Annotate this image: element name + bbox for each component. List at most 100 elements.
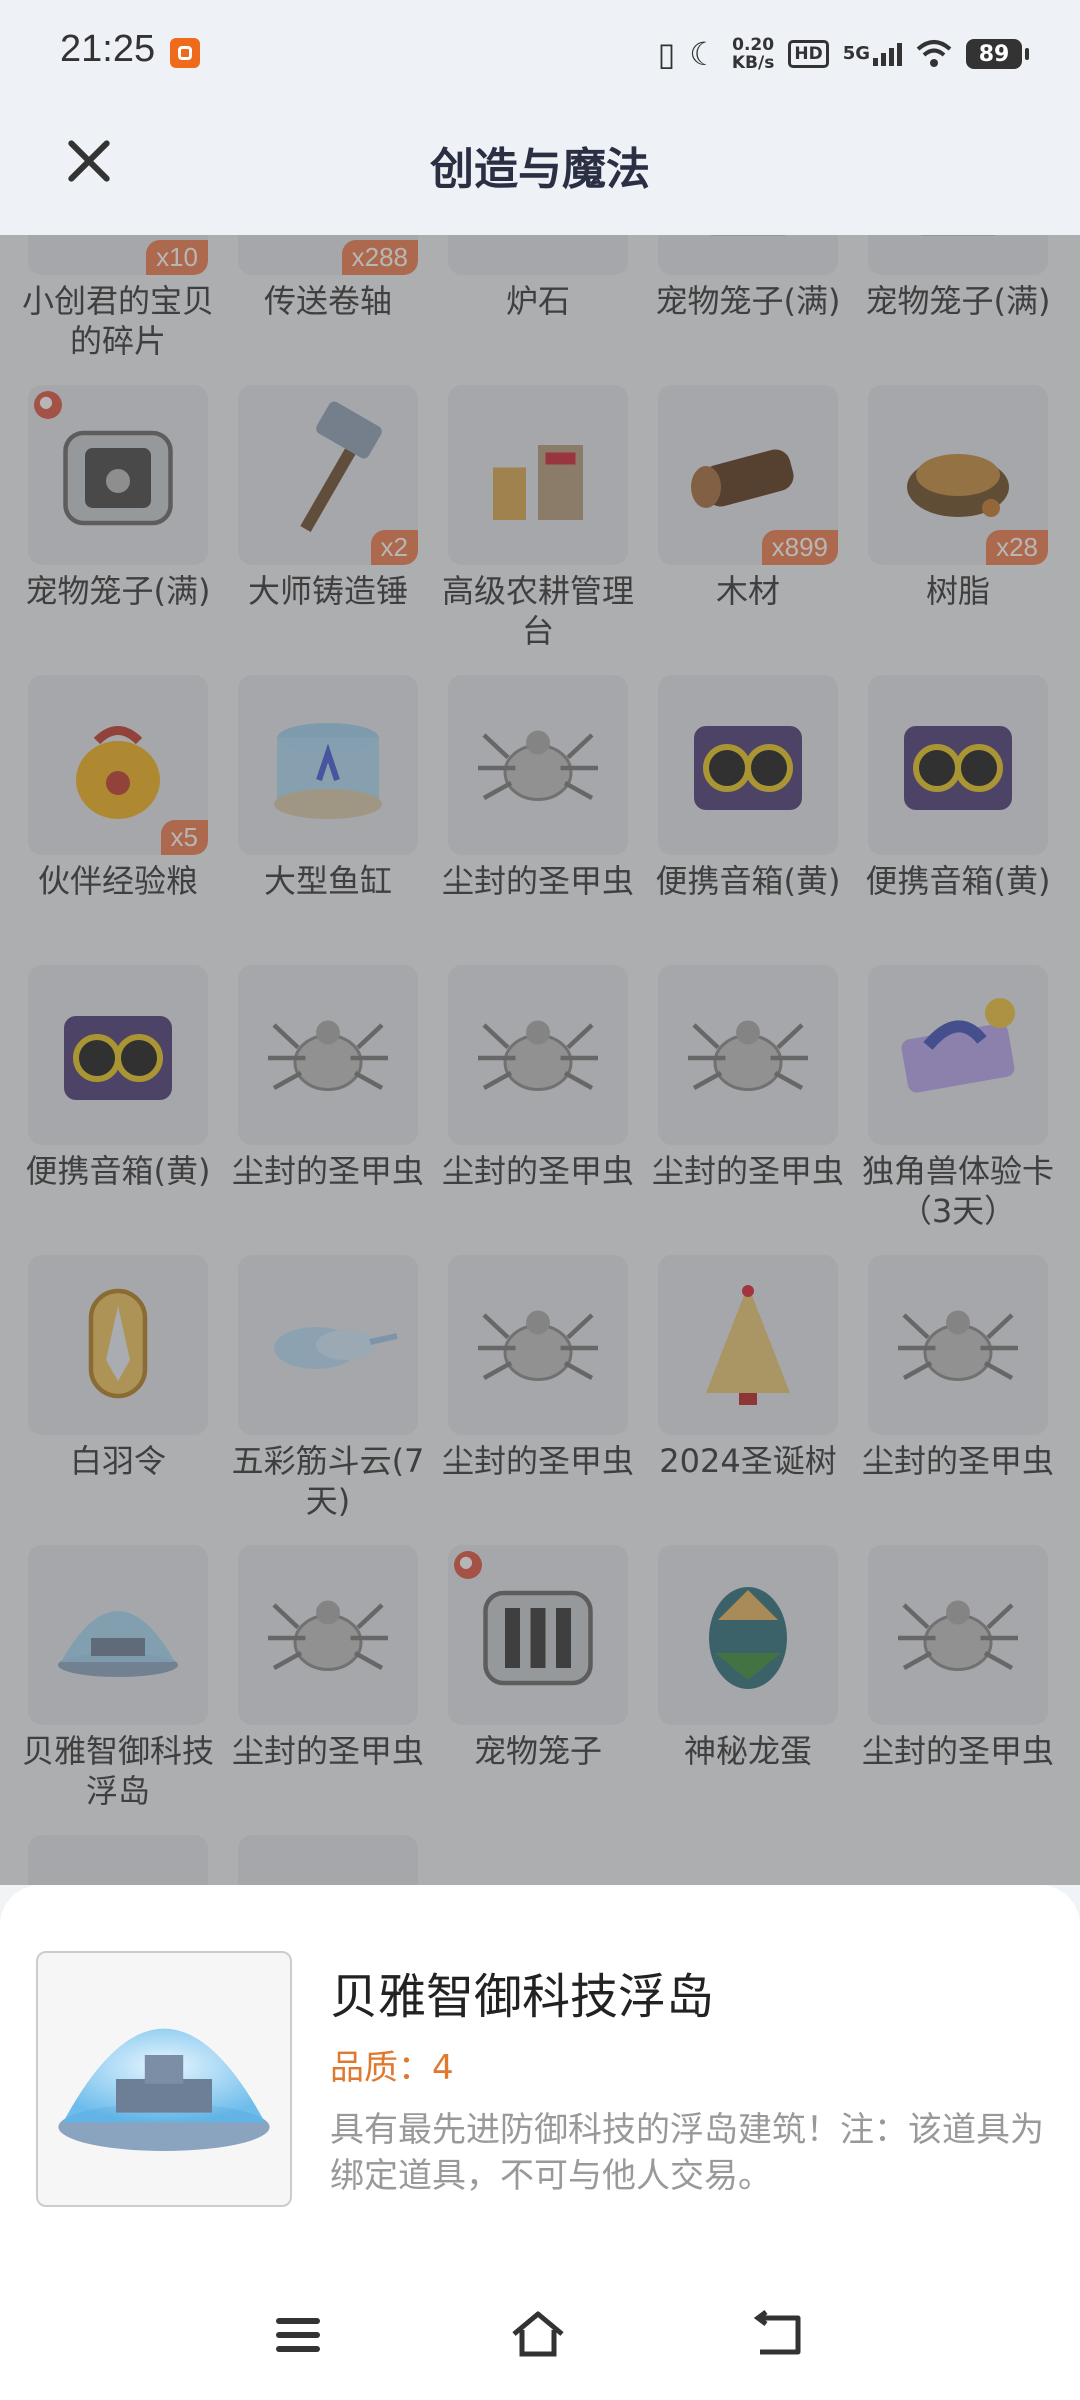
inventory-item[interactable]: 尘封的圣甲虫 xyxy=(442,675,634,965)
inventory-item[interactable]: 高级农耕管理台 xyxy=(442,385,634,675)
moon-icon: ☾ xyxy=(689,35,718,73)
inventory-item-thumb[interactable]: x2 xyxy=(238,385,418,565)
inventory-item-thumb[interactable]: x288 xyxy=(238,235,418,275)
cage-icon xyxy=(920,235,996,236)
inventory-item-label: 便携音箱(黄) xyxy=(25,1152,211,1190)
inventory-item-label: 尘封的圣甲虫 xyxy=(441,862,634,900)
fish-tank-icon xyxy=(274,723,382,819)
network-speed-unit: KB/s xyxy=(731,53,775,73)
inventory-item-thumb[interactable] xyxy=(868,1545,1048,1725)
inventory-item-thumb[interactable] xyxy=(238,965,418,1145)
inventory-item[interactable]: 五彩筋斗云(7天) xyxy=(232,1255,424,1545)
beetle-icon xyxy=(688,1020,808,1091)
inventory-item[interactable]: 宠物笼子(满) xyxy=(26,385,210,675)
feather-token-icon xyxy=(88,1288,148,1399)
inventory-item-thumb[interactable] xyxy=(238,1835,418,1885)
inventory-item-label: 尘封的圣甲虫 xyxy=(231,1152,424,1190)
inventory-item-thumb[interactable] xyxy=(28,1835,208,1885)
inventory-item-label: 便携音箱(黄) xyxy=(865,862,1051,900)
inventory-item[interactable]: 便携音箱(黄) xyxy=(866,675,1050,965)
inventory-item-thumb[interactable] xyxy=(238,1255,418,1435)
inventory-item-thumb[interactable] xyxy=(448,235,628,275)
inventory-item-label: 尘封的圣甲虫 xyxy=(651,1152,844,1190)
inventory-item-thumb[interactable]: x5 xyxy=(28,675,208,855)
inventory-item-thumb[interactable]: x10 xyxy=(28,235,208,275)
inventory-item[interactable]: 贝雅智御科技浮岛 xyxy=(22,1545,214,1835)
beetle-icon xyxy=(268,1600,388,1671)
item-count-badge: x5 xyxy=(160,820,208,855)
inventory-item[interactable]: x5 伙伴经验粮 xyxy=(28,675,208,965)
inventory-item-thumb[interactable] xyxy=(868,235,1048,275)
inventory-item[interactable]: 宠物笼子(满) xyxy=(656,235,840,385)
inventory-item-thumb[interactable] xyxy=(658,965,838,1145)
inventory-item[interactable]: 便携音箱(黄) xyxy=(656,675,840,965)
inventory-item[interactable]: x2 大师铸造锤 xyxy=(238,385,418,675)
inventory-item[interactable]: 2024圣诞树 xyxy=(658,1255,838,1545)
inventory-item-thumb[interactable] xyxy=(658,235,838,275)
farm-station-icon xyxy=(493,445,583,520)
inventory-item-thumb[interactable] xyxy=(868,1255,1048,1435)
inventory-item[interactable]: 尘封的圣甲虫 xyxy=(652,965,844,1255)
page-title: 创造与魔法 xyxy=(430,144,650,195)
inventory-item-label: 小创君的宝贝的碎片 xyxy=(21,282,214,360)
inventory-item-thumb[interactable] xyxy=(658,675,838,855)
inventory-item[interactable]: 尘封的圣甲虫 xyxy=(442,965,634,1255)
inventory-item-thumb[interactable] xyxy=(448,1255,628,1435)
inventory-item[interactable]: 宠物笼子(满) xyxy=(866,235,1050,385)
inventory-item-thumb[interactable] xyxy=(868,965,1048,1145)
home-icon[interactable] xyxy=(510,2310,566,2360)
inventory-grid-container[interactable]: x10小创君的宝贝的碎片x288传送卷轴炉石宠物笼子(满)宠物笼子(满)宠物笼子… xyxy=(0,235,1080,1885)
inventory-item[interactable]: 尘封的圣甲虫 xyxy=(862,1545,1054,1835)
inventory-item-label: 木材 xyxy=(715,572,780,610)
inventory-item-thumb[interactable] xyxy=(238,675,418,855)
inventory-item-thumb[interactable] xyxy=(868,675,1048,855)
inventory-item-thumb[interactable]: x28 xyxy=(868,385,1048,565)
inventory-item[interactable]: 便携音箱(黄) xyxy=(26,965,210,1255)
beetle-icon xyxy=(478,1310,598,1381)
inventory-item[interactable]: x28 树脂 xyxy=(868,385,1048,675)
inventory-item[interactable]: 尘封的圣甲虫 xyxy=(862,1255,1054,1545)
inventory-item-thumb[interactable] xyxy=(28,965,208,1145)
inventory-item[interactable]: 炉石 xyxy=(448,235,628,385)
inventory-item-label: 便携音箱(黄) xyxy=(655,862,841,900)
wifi-icon xyxy=(916,40,952,67)
inventory-item-thumb[interactable] xyxy=(658,1545,838,1725)
inventory-item[interactable]: 尘封的圣甲虫 xyxy=(442,1255,634,1545)
menu-icon[interactable] xyxy=(272,2310,328,2360)
inventory-item-thumb[interactable] xyxy=(448,965,628,1145)
inventory-item-label: 炉石 xyxy=(505,282,570,320)
inventory-item[interactable]: 独角兽体验卡（3天） xyxy=(862,965,1054,1255)
inventory-item-thumb[interactable] xyxy=(28,1255,208,1435)
back-icon[interactable] xyxy=(752,2310,808,2360)
inventory-item-thumb[interactable] xyxy=(238,1545,418,1725)
inventory-item-thumb[interactable] xyxy=(28,1545,208,1725)
inventory-item[interactable]: x10 小创君的宝贝的碎片 xyxy=(22,235,214,385)
speaker-icon xyxy=(904,726,1012,810)
inventory-item[interactable]: 神秘龙蛋 xyxy=(658,1545,838,1835)
inventory-item[interactable]: 尘封的圣甲虫 xyxy=(232,1545,424,1835)
inventory-item-thumb[interactable] xyxy=(448,1545,628,1725)
inventory-grid: x10小创君的宝贝的碎片x288传送卷轴炉石宠物笼子(满)宠物笼子(满)宠物笼子… xyxy=(22,235,1058,1885)
inventory-item[interactable] xyxy=(238,1835,418,1885)
inventory-item[interactable]: x288 传送卷轴 xyxy=(238,235,418,385)
inventory-item[interactable] xyxy=(28,1835,208,1885)
inventory-item-label: 伙伴经验粮 xyxy=(37,862,198,900)
inventory-item[interactable]: 尘封的圣甲虫 xyxy=(232,965,424,1255)
inventory-item-label: 贝雅智御科技浮岛 xyxy=(21,1732,214,1810)
battery-icon: 89 xyxy=(966,39,1029,69)
inventory-item-label: 大型鱼缸 xyxy=(263,862,392,900)
item-count-badge: x899 xyxy=(761,530,838,565)
dome-island-icon xyxy=(58,2028,270,2151)
inventory-item-thumb[interactable] xyxy=(448,385,628,565)
inventory-item[interactable]: 大型鱼缸 xyxy=(238,675,418,965)
inventory-item-thumb[interactable] xyxy=(658,1255,838,1435)
inventory-item[interactable]: 宠物笼子 xyxy=(448,1545,628,1835)
inventory-item-thumb[interactable] xyxy=(28,385,208,565)
beetle-icon xyxy=(478,730,598,801)
beetle-icon xyxy=(478,1020,598,1091)
inventory-item-thumb[interactable] xyxy=(448,675,628,855)
inventory-item-thumb[interactable]: x899 xyxy=(658,385,838,565)
inventory-item[interactable]: 白羽令 xyxy=(28,1255,208,1545)
inventory-item-label: 宠物笼子(满) xyxy=(25,572,211,610)
inventory-item[interactable]: x899 木材 xyxy=(658,385,838,675)
